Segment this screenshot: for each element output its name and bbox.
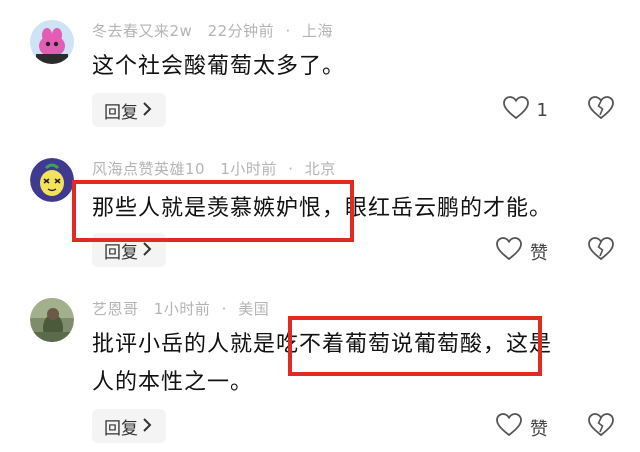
- avatar[interactable]: [30, 158, 74, 202]
- comment-meta: 艺恩哥 1小时前 · 美国: [92, 300, 270, 318]
- like-button[interactable]: 赞: [496, 237, 548, 266]
- location: 美国: [238, 300, 270, 318]
- broken-heart-icon: [588, 413, 614, 441]
- heart-outline-icon: [496, 237, 522, 266]
- heart-outline-icon: [496, 413, 522, 442]
- location: 上海: [302, 22, 334, 40]
- highlight-box: [288, 316, 542, 376]
- comment-line: 这个社会酸葡萄太多了。: [92, 54, 346, 79]
- heart-outline-icon: [502, 96, 529, 125]
- username[interactable]: 风海点赞英雄10: [92, 160, 205, 178]
- dislike-button[interactable]: [588, 413, 614, 441]
- comment-text: 这个社会酸葡萄太多了。: [92, 48, 345, 86]
- reply-button[interactable]: 回复: [92, 93, 166, 127]
- chevron-right-icon: [142, 101, 152, 120]
- reply-label: 回复: [104, 102, 138, 123]
- location: 北京: [304, 160, 336, 178]
- avatar[interactable]: [30, 20, 74, 64]
- broken-heart-icon: [588, 96, 614, 124]
- dislike-button[interactable]: [588, 96, 614, 124]
- dislike-button[interactable]: [588, 237, 614, 265]
- like-button[interactable]: 赞: [496, 413, 548, 442]
- comment-meta: 风海点赞英雄10 1小时前 · 北京: [92, 160, 336, 178]
- timestamp: 1小时前: [153, 300, 211, 318]
- broken-heart-icon: [588, 237, 614, 265]
- comment-meta: 冬去春又来2w 22分钟前 · 上海: [92, 22, 334, 40]
- like-count: 1: [536, 100, 548, 121]
- timestamp: 22分钟前: [207, 22, 275, 40]
- reply-button[interactable]: 回复: [92, 409, 166, 443]
- username[interactable]: 冬去春又来2w: [92, 22, 192, 40]
- chevron-right-icon: [142, 417, 152, 436]
- chevron-right-icon: [142, 241, 152, 260]
- reply-label: 回复: [104, 418, 138, 439]
- highlight-box: [72, 180, 354, 242]
- like-button[interactable]: 1: [502, 96, 548, 125]
- like-label: 赞: [530, 418, 548, 440]
- timestamp: 1小时前: [220, 160, 277, 178]
- avatar[interactable]: [30, 298, 74, 342]
- username[interactable]: 艺恩哥: [92, 300, 139, 318]
- like-label: 赞: [530, 242, 548, 264]
